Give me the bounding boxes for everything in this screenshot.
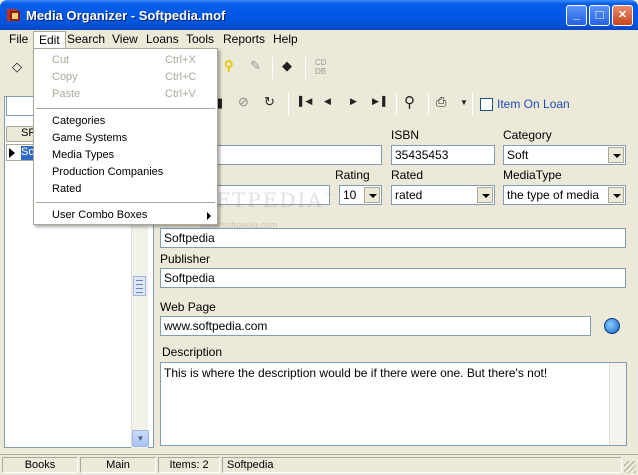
menu-item-user-combo-boxes[interactable]: User Combo Boxes: [34, 207, 217, 224]
cancel-icon[interactable]: ⊘: [238, 94, 249, 110]
rated-value: rated: [395, 188, 423, 202]
menu-item-game-systems[interactable]: Game Systems: [34, 130, 217, 147]
menu-item-categories[interactable]: Categories: [34, 113, 217, 130]
edit-menu-dropdown: Cut Ctrl+X Copy Ctrl+C Paste Ctrl+V Categor…: [33, 48, 218, 225]
menu-tools[interactable]: Tools: [186, 32, 214, 46]
publisher-field[interactable]: Softpedia: [160, 268, 626, 288]
toolbar-separator: [305, 57, 306, 79]
toolbar-separator: [472, 93, 473, 115]
mediatype-label: MediaType: [503, 168, 562, 182]
menu-item-copy[interactable]: Copy Ctrl+C: [34, 69, 217, 86]
menu-item-media-types[interactable]: Media Types: [34, 147, 217, 164]
chevron-down-icon[interactable]: ▼: [460, 98, 468, 107]
description-label: Description: [162, 345, 223, 359]
last-record-icon[interactable]: ▶▐: [372, 96, 385, 107]
menu-bar: File Edit Search View Loans Tools Report…: [0, 30, 638, 49]
cddb-icon[interactable]: CD DB: [315, 58, 327, 76]
item-on-loan-label[interactable]: Item On Loan: [497, 97, 570, 111]
category-value: Soft: [507, 148, 529, 162]
chevron-down-icon[interactable]: [364, 187, 380, 203]
refresh-icon[interactable]: ↻: [264, 94, 275, 110]
chevron-down-icon[interactable]: [608, 187, 624, 203]
status-item-count: Items: 2: [158, 457, 220, 473]
toolbar-separator: [428, 93, 429, 115]
printer-icon[interactable]: ⎙: [436, 94, 446, 110]
resize-grip-icon[interactable]: [624, 461, 636, 473]
menu-file[interactable]: File: [9, 32, 28, 46]
item-on-loan-checkbox[interactable]: [480, 98, 493, 111]
row-pointer-icon: [9, 148, 15, 158]
menu-view[interactable]: View: [112, 32, 138, 46]
title-bar: Media Organizer - Softpedia.mof _ □ ✕: [0, 0, 638, 30]
previous-record-icon[interactable]: ◀: [324, 96, 331, 107]
list-item[interactable]: So: [6, 144, 37, 161]
menu-loans[interactable]: Loans: [146, 32, 179, 46]
status-view: Main: [80, 457, 156, 473]
runner-icon[interactable]: ⚲: [224, 58, 234, 74]
rating-select[interactable]: 10: [339, 185, 382, 205]
scroll-down-icon[interactable]: ▼: [132, 430, 149, 447]
toolbar-separator: [288, 93, 289, 115]
publisher-label: Publisher: [160, 252, 211, 266]
description-textarea[interactable]: This is where the description would be i…: [160, 362, 627, 446]
maximize-button[interactable]: □: [589, 5, 610, 26]
rated-select[interactable]: rated: [391, 185, 495, 205]
description-text: This is where the description would be i…: [164, 366, 548, 380]
menu-separator: [36, 202, 215, 203]
tag-icon[interactable]: ◆: [282, 58, 292, 74]
splitter-handle[interactable]: [133, 276, 146, 296]
search-icon[interactable]: ⚲: [404, 93, 415, 111]
app-icon: [7, 9, 20, 21]
menu-separator: [36, 108, 215, 109]
webpage-field[interactable]: www.softpedia.com: [160, 316, 591, 336]
mediatype-value: the type of media: [507, 188, 600, 202]
toolbar-separator: [272, 57, 273, 79]
menu-item-paste[interactable]: Paste Ctrl+V: [34, 86, 217, 103]
chevron-down-icon[interactable]: [477, 187, 493, 203]
isbn-label: ISBN: [391, 128, 420, 142]
author-field[interactable]: Softpedia: [160, 228, 626, 248]
menu-item-rated[interactable]: Rated: [34, 181, 217, 198]
menu-item-production-companies[interactable]: Production Companies: [34, 164, 217, 181]
globe-icon[interactable]: [604, 318, 620, 334]
description-scrollbar[interactable]: [609, 363, 626, 445]
pin-icon[interactable]: ✎: [250, 58, 261, 74]
rating-label: Rating: [335, 168, 370, 182]
menu-search[interactable]: Search: [67, 32, 105, 46]
status-current-item: Softpedia: [222, 457, 622, 473]
next-record-icon[interactable]: ▶: [350, 96, 357, 107]
status-table: Books: [2, 457, 78, 473]
rating-value: 10: [343, 188, 357, 202]
webpage-label: Web Page: [160, 300, 216, 314]
minimize-button[interactable]: _: [566, 5, 587, 26]
window-title: Media Organizer - Softpedia.mof: [26, 8, 226, 23]
menu-help[interactable]: Help: [273, 32, 298, 46]
chevron-down-icon[interactable]: [608, 147, 624, 163]
category-select[interactable]: Soft: [503, 145, 626, 165]
close-button[interactable]: ✕: [612, 5, 633, 26]
first-record-icon[interactable]: ▌◀: [299, 96, 312, 107]
toolbar-separator: [396, 93, 397, 115]
eraser-icon[interactable]: ◇: [12, 59, 22, 75]
menu-edit[interactable]: Edit: [33, 31, 66, 49]
category-label: Category: [503, 128, 552, 142]
mediatype-select[interactable]: the type of media: [503, 185, 626, 205]
rated-label: Rated: [391, 168, 424, 182]
menu-item-cut[interactable]: Cut Ctrl+X: [34, 52, 217, 69]
isbn-field[interactable]: 35435453: [391, 145, 495, 165]
status-bar: Books Main Items: 2 Softpedia: [0, 454, 638, 475]
submenu-arrow-icon: [207, 212, 211, 220]
list-filter-input[interactable]: [6, 96, 36, 116]
menu-reports[interactable]: Reports: [223, 32, 265, 46]
list-column-header[interactable]: SF: [6, 126, 36, 142]
